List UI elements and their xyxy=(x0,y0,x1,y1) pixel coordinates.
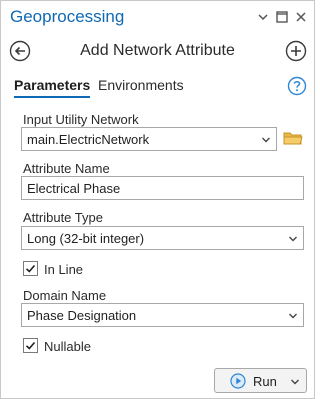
attribute-name-label: Attribute Name xyxy=(23,161,110,176)
nullable-checkbox[interactable] xyxy=(23,338,38,353)
domain-name-label: Domain Name xyxy=(23,288,107,303)
tab-environments[interactable]: Environments xyxy=(98,77,184,93)
domain-name-select[interactable]: Phase Designation xyxy=(21,303,304,327)
tab-parameters[interactable]: Parameters xyxy=(14,77,91,98)
plus-icon[interactable] xyxy=(285,40,307,62)
chevron-down-icon xyxy=(262,137,270,143)
tab-strip: Parameters Environments xyxy=(1,73,314,101)
attribute-name-value: Electrical Phase xyxy=(27,181,121,196)
maximize-icon[interactable] xyxy=(274,9,290,25)
play-icon xyxy=(230,373,246,389)
checkmark-icon xyxy=(25,341,36,350)
close-icon[interactable] xyxy=(293,9,309,25)
chevron-down-icon xyxy=(289,236,297,242)
checkmark-icon xyxy=(25,264,36,273)
run-button[interactable]: Run xyxy=(214,368,307,393)
help-icon[interactable] xyxy=(287,76,307,96)
geoprocessing-pane: Geoprocessing Add Network Attribute Para… xyxy=(0,0,315,399)
in-line-label: In Line xyxy=(44,262,84,277)
folder-icon[interactable] xyxy=(283,130,303,146)
input-network-select[interactable]: main.ElectricNetwork xyxy=(21,127,277,151)
tool-header: Add Network Attribute xyxy=(1,33,314,67)
attribute-type-label: Attribute Type xyxy=(23,210,103,225)
in-line-checkbox[interactable] xyxy=(23,261,38,276)
input-network-label: Input Utility Network xyxy=(23,112,139,127)
attribute-name-field[interactable]: Electrical Phase xyxy=(21,176,304,200)
attribute-type-value: Long (32-bit integer) xyxy=(27,231,145,246)
chevron-down-icon xyxy=(289,313,297,319)
chevron-down-icon[interactable] xyxy=(290,377,300,387)
pane-title: Geoprocessing xyxy=(10,7,125,26)
tool-title: Add Network Attribute xyxy=(80,42,235,59)
chevron-down-icon[interactable] xyxy=(255,9,271,25)
run-label: Run xyxy=(253,374,277,389)
nullable-label: Nullable xyxy=(44,339,91,354)
domain-name-value: Phase Designation xyxy=(27,308,137,323)
back-arrow-icon[interactable] xyxy=(9,40,31,62)
pane-titlebar: Geoprocessing xyxy=(1,1,314,33)
input-network-value: main.ElectricNetwork xyxy=(27,132,150,147)
attribute-type-select[interactable]: Long (32-bit integer) xyxy=(21,226,304,250)
